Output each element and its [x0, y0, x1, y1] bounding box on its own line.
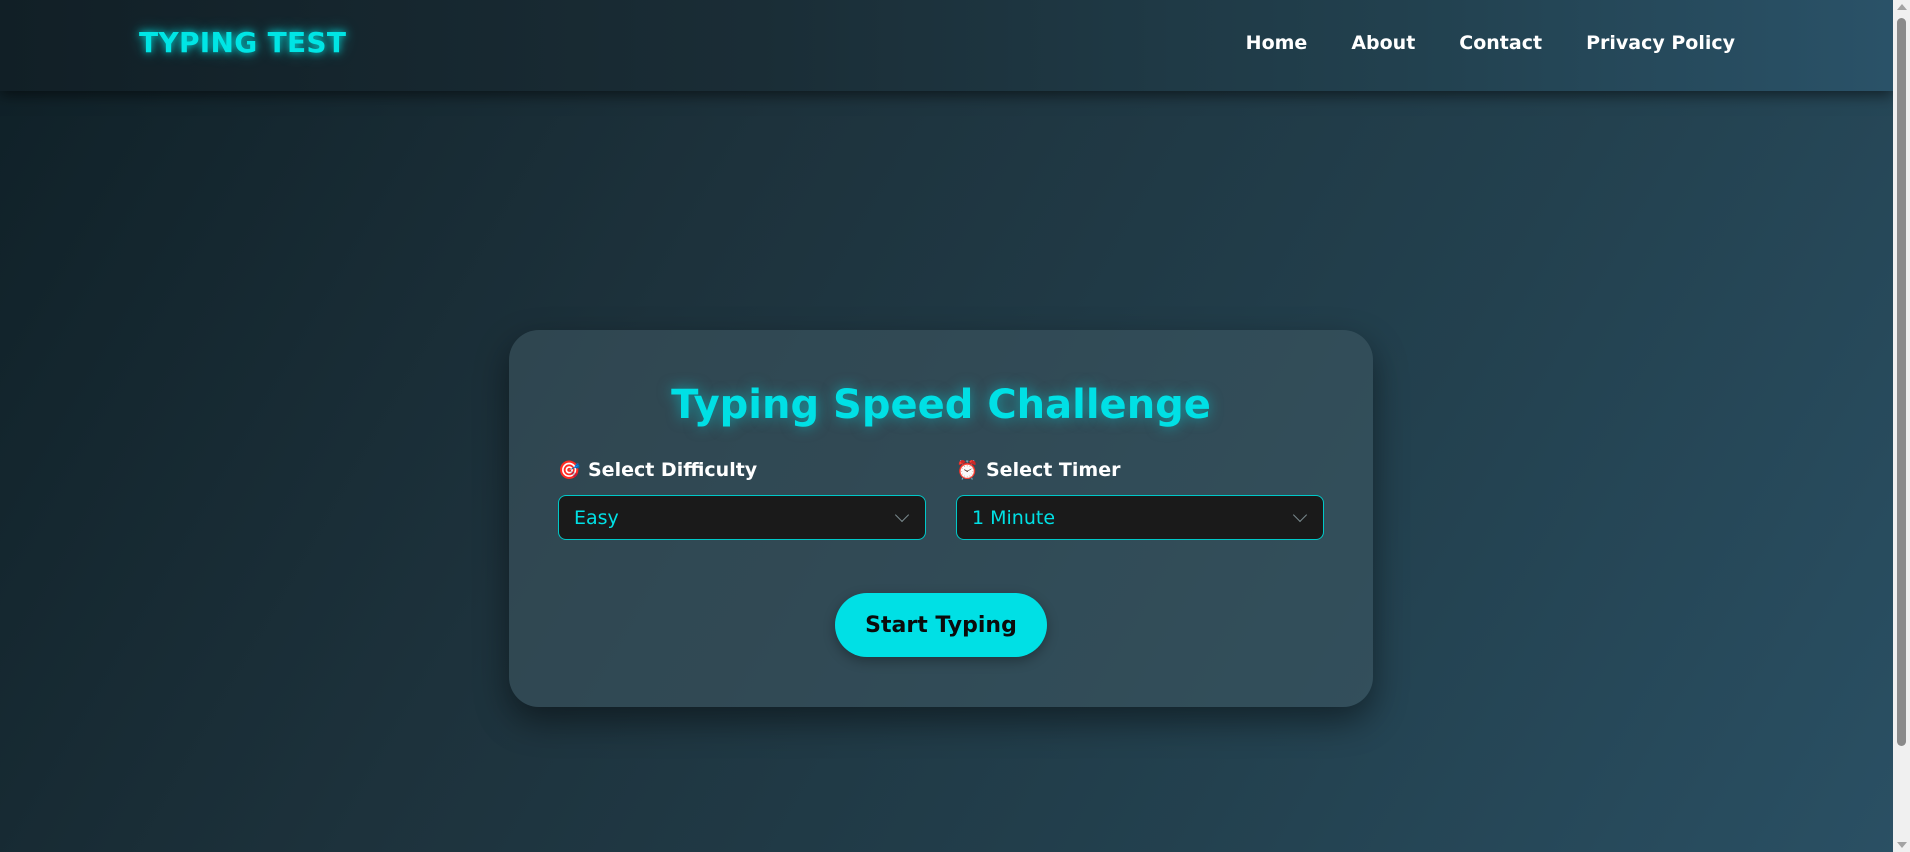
nav-link-contact[interactable]: Contact [1459, 32, 1542, 54]
nav-link-home[interactable]: Home [1246, 32, 1308, 54]
vertical-scrollbar[interactable] [1893, 0, 1910, 852]
alarm-clock-icon: ⏰ [956, 459, 979, 481]
start-typing-button[interactable]: Start Typing [835, 593, 1047, 657]
site-logo[interactable]: TYPING TEST [139, 26, 346, 59]
timer-label-text: Select Timer [986, 459, 1121, 481]
timer-label: ⏰ Select Timer [956, 457, 1324, 483]
scroll-up-arrow-icon[interactable] [1897, 4, 1907, 10]
main-nav: Home About Contact Privacy Policy [1246, 32, 1735, 54]
chevron-down-icon [894, 507, 910, 523]
scroll-down-arrow-icon[interactable] [1897, 842, 1907, 848]
difficulty-field: 🎯 Select Difficulty Easy [558, 457, 926, 540]
timer-select[interactable]: 1 Minute [956, 495, 1324, 540]
challenge-card: Typing Speed Challenge 🎯 Select Difficul… [509, 330, 1373, 707]
timer-selected-value: 1 Minute [972, 507, 1056, 529]
nav-link-privacy-policy[interactable]: Privacy Policy [1586, 32, 1735, 54]
card-title: Typing Speed Challenge [671, 382, 1211, 428]
difficulty-select[interactable]: Easy [558, 495, 926, 540]
chevron-down-icon [1292, 507, 1308, 523]
scrollbar-thumb[interactable] [1897, 18, 1906, 746]
target-icon: 🎯 [558, 459, 581, 481]
difficulty-label: 🎯 Select Difficulty [558, 457, 926, 483]
timer-field: ⏰ Select Timer 1 Minute [956, 457, 1324, 540]
difficulty-label-text: Select Difficulty [588, 459, 758, 481]
nav-link-about[interactable]: About [1351, 32, 1415, 54]
top-navbar: TYPING TEST Home About Contact Privacy P… [0, 0, 1893, 91]
difficulty-selected-value: Easy [574, 507, 619, 529]
